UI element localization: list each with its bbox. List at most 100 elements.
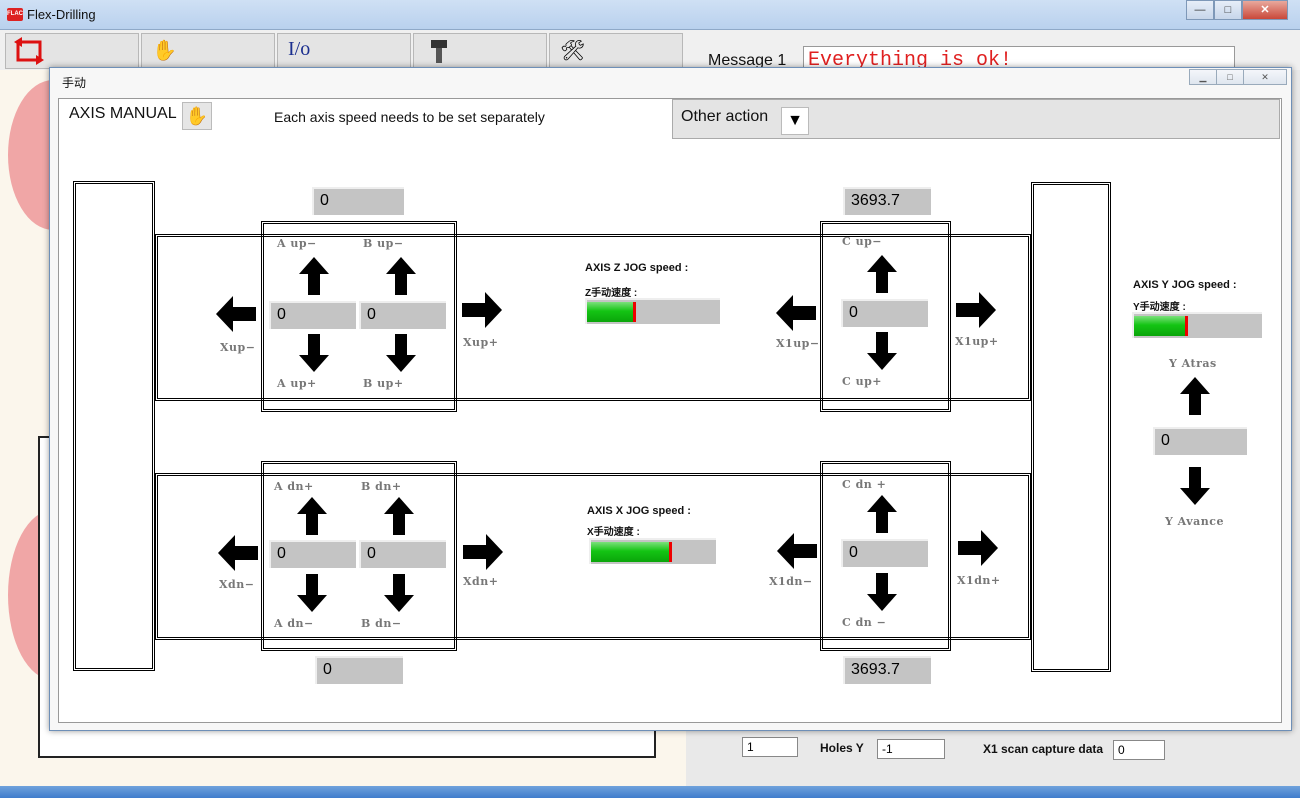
y-avance-arrow[interactable] [1180, 467, 1210, 505]
manual-dialog: 手动 ▁ □ ✕ AXIS MANUAL ✋ Each axis speed n… [49, 67, 1292, 731]
toolbar-manual-button[interactable]: ✋ [141, 33, 275, 69]
b-dn-minus-label: B dn− [361, 617, 402, 630]
a-dn-minus-arrow[interactable] [297, 574, 327, 612]
c-bottom-readout: 3693.7 [843, 656, 931, 684]
c-dn-field[interactable]: 0 [841, 539, 928, 567]
x-speed-fill [591, 542, 673, 562]
taskbar [0, 786, 1300, 798]
c-dn-minus-arrow[interactable] [867, 573, 897, 611]
z-speed-fill [587, 302, 637, 322]
x1dn-minus-label: X1dn− [769, 575, 813, 588]
z-speed-title: AXIS Z JOG speed : [585, 262, 689, 274]
c-top-readout: 3693.7 [843, 187, 931, 215]
x1up-plus-arrow[interactable] [956, 292, 996, 328]
xup-plus-arrow[interactable] [462, 292, 502, 328]
a-dn-plus-label: A dn+ [274, 480, 314, 493]
y-avance-label: Y Avance [1165, 515, 1224, 528]
x1up-minus-arrow[interactable] [776, 295, 816, 331]
y-field[interactable]: 0 [1153, 427, 1247, 455]
z-speed-slider[interactable] [585, 298, 720, 324]
xup-minus-label: Xup− [220, 341, 256, 354]
c-up-minus-label: C up− [842, 235, 882, 248]
b-up-minus-arrow[interactable] [386, 257, 416, 295]
x-speed-title: AXIS X JOG speed : [587, 505, 691, 517]
ab-top-readout: 0 [312, 187, 404, 215]
tab-axis-label: AXIS MANUAL [69, 105, 177, 122]
a-up-plus-arrow[interactable] [299, 334, 329, 372]
y-atras-label: Y Atras [1169, 357, 1217, 370]
main-title-bar [0, 0, 1300, 30]
hand-icon: ✋ [152, 40, 177, 62]
y-speed-fill [1134, 316, 1188, 336]
dialog-maximize-button[interactable]: □ [1216, 69, 1244, 85]
c-up-plus-arrow[interactable] [867, 332, 897, 370]
dialog-title: 手动 [62, 76, 87, 90]
x-speed-slider[interactable] [589, 538, 716, 564]
toolbar-io-button[interactable]: I/o [277, 33, 411, 69]
c-dn-minus-label: C dn − [842, 616, 887, 629]
window-controls: — □ ✕ [1186, 0, 1288, 20]
x1up-minus-label: X1up− [776, 337, 820, 350]
dialog-controls: ▁ □ ✕ [1189, 69, 1287, 85]
x1-scan-field[interactable]: 0 [1113, 740, 1165, 760]
a-dn-field[interactable]: 0 [269, 540, 356, 568]
c-up-field[interactable]: 0 [841, 299, 928, 327]
minimize-button[interactable]: — [1186, 0, 1214, 20]
x1dn-plus-label: X1dn+ [957, 574, 1001, 587]
a-up-minus-arrow[interactable] [299, 257, 329, 295]
b-dn-minus-arrow[interactable] [384, 574, 414, 612]
b-up-plus-label: B up+ [363, 377, 404, 390]
window-title: Flex-Drilling [27, 7, 96, 22]
a-dn-plus-arrow[interactable] [297, 497, 327, 535]
x1up-plus-label: X1up+ [955, 335, 999, 348]
b-up-plus-arrow[interactable] [386, 334, 416, 372]
toolbar-tools-button[interactable]: 🛠 [549, 33, 683, 69]
xup-plus-label: Xup+ [463, 336, 499, 349]
maximize-button[interactable]: □ [1214, 0, 1242, 20]
b-dn-field[interactable]: 0 [359, 540, 446, 568]
c-up-plus-label: C up+ [842, 375, 882, 388]
b-up-minus-label: B up− [363, 237, 404, 250]
drill-icon: ▼ [781, 107, 809, 135]
xup-minus-arrow[interactable] [216, 296, 256, 332]
close-button[interactable]: ✕ [1242, 0, 1288, 20]
b-dn-plus-arrow[interactable] [384, 497, 414, 535]
xdn-plus-arrow[interactable] [463, 534, 503, 570]
io-icon: I/o [288, 38, 311, 60]
z-speed-subtitle: Z手动速度 : [585, 288, 638, 299]
c-dn-plus-arrow[interactable] [867, 495, 897, 533]
refresh-icon [14, 37, 44, 65]
tab-axis-manual[interactable]: AXIS MANUAL ✋ Each axis speed needs to b… [59, 99, 671, 139]
tools-icon: 🛠 [560, 40, 586, 62]
xdn-plus-label: Xdn+ [463, 575, 499, 588]
axis-panel: AXIS MANUAL ✋ Each axis speed needs to b… [58, 98, 1282, 723]
a-up-field[interactable]: 0 [269, 301, 356, 329]
app-icon: FLAC [7, 8, 23, 21]
x1dn-plus-arrow[interactable] [958, 530, 998, 566]
left-pillar [73, 181, 155, 671]
xdn-minus-arrow[interactable] [218, 535, 258, 571]
tab-other-label: Other action [681, 108, 769, 125]
x1dn-minus-arrow[interactable] [777, 533, 817, 569]
toolbar-drill-button[interactable] [413, 33, 547, 69]
b-dn-plus-label: B dn+ [361, 480, 402, 493]
a-up-plus-label: A up+ [277, 377, 317, 390]
xdn-minus-label: Xdn− [219, 578, 255, 591]
b-up-field[interactable]: 0 [359, 301, 446, 329]
dialog-close-button[interactable]: ✕ [1243, 69, 1287, 85]
holes-y-label: Holes Y [820, 741, 864, 755]
axis-description: Each axis speed needs to be set separate… [274, 109, 545, 125]
tab-other-action[interactable]: Other action ▼ [672, 99, 1280, 139]
bottom-field-1[interactable]: 1 [742, 737, 798, 757]
y-speed-slider[interactable] [1132, 312, 1262, 338]
hand-icon: ✋ [182, 102, 212, 130]
toolbar-refresh-button[interactable] [5, 33, 139, 69]
drill-icon [431, 40, 447, 63]
a-dn-minus-label: A dn− [274, 617, 314, 630]
dialog-minimize-button[interactable]: ▁ [1189, 69, 1217, 85]
right-pillar [1031, 182, 1111, 672]
y-atras-arrow[interactable] [1180, 377, 1210, 415]
x1-scan-label: X1 scan capture data [983, 742, 1104, 756]
holes-y-field[interactable]: -1 [877, 739, 945, 759]
c-up-minus-arrow[interactable] [867, 255, 897, 293]
